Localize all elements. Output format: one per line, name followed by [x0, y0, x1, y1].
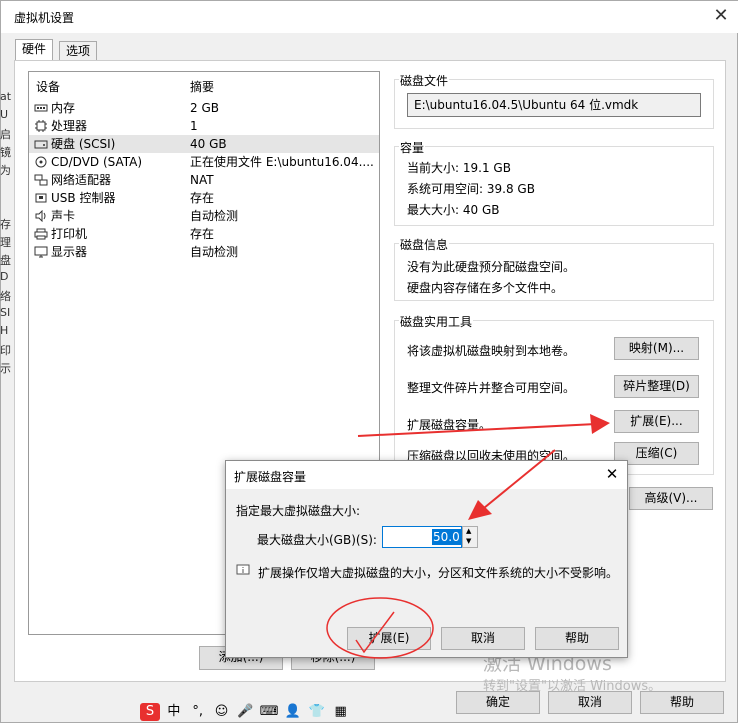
microphone-icon[interactable]: 🎤: [235, 703, 255, 721]
arrow-to-expand-button: [357, 414, 610, 437]
shirt-icon[interactable]: 👕: [307, 703, 327, 721]
grid-icon[interactable]: ▦: [331, 703, 351, 721]
user-icon[interactable]: 👤: [283, 703, 303, 721]
check-mark: [355, 611, 395, 654]
ime-toolbar: S 中 °, ☺ 🎤 ⌨ 👤 👕 ▦: [140, 703, 355, 723]
annotation-overlay: [326, 414, 610, 659]
punctuation-icon[interactable]: °,: [188, 703, 208, 721]
emoji-icon[interactable]: ☺: [211, 703, 231, 721]
circle-around-expand-button: [326, 597, 434, 659]
keyboard-icon[interactable]: ⌨: [259, 703, 279, 721]
chinese-mode-icon[interactable]: 中: [164, 703, 184, 721]
sogou-logo-icon[interactable]: S: [140, 703, 160, 721]
arrow-to-size-input: [468, 449, 556, 520]
